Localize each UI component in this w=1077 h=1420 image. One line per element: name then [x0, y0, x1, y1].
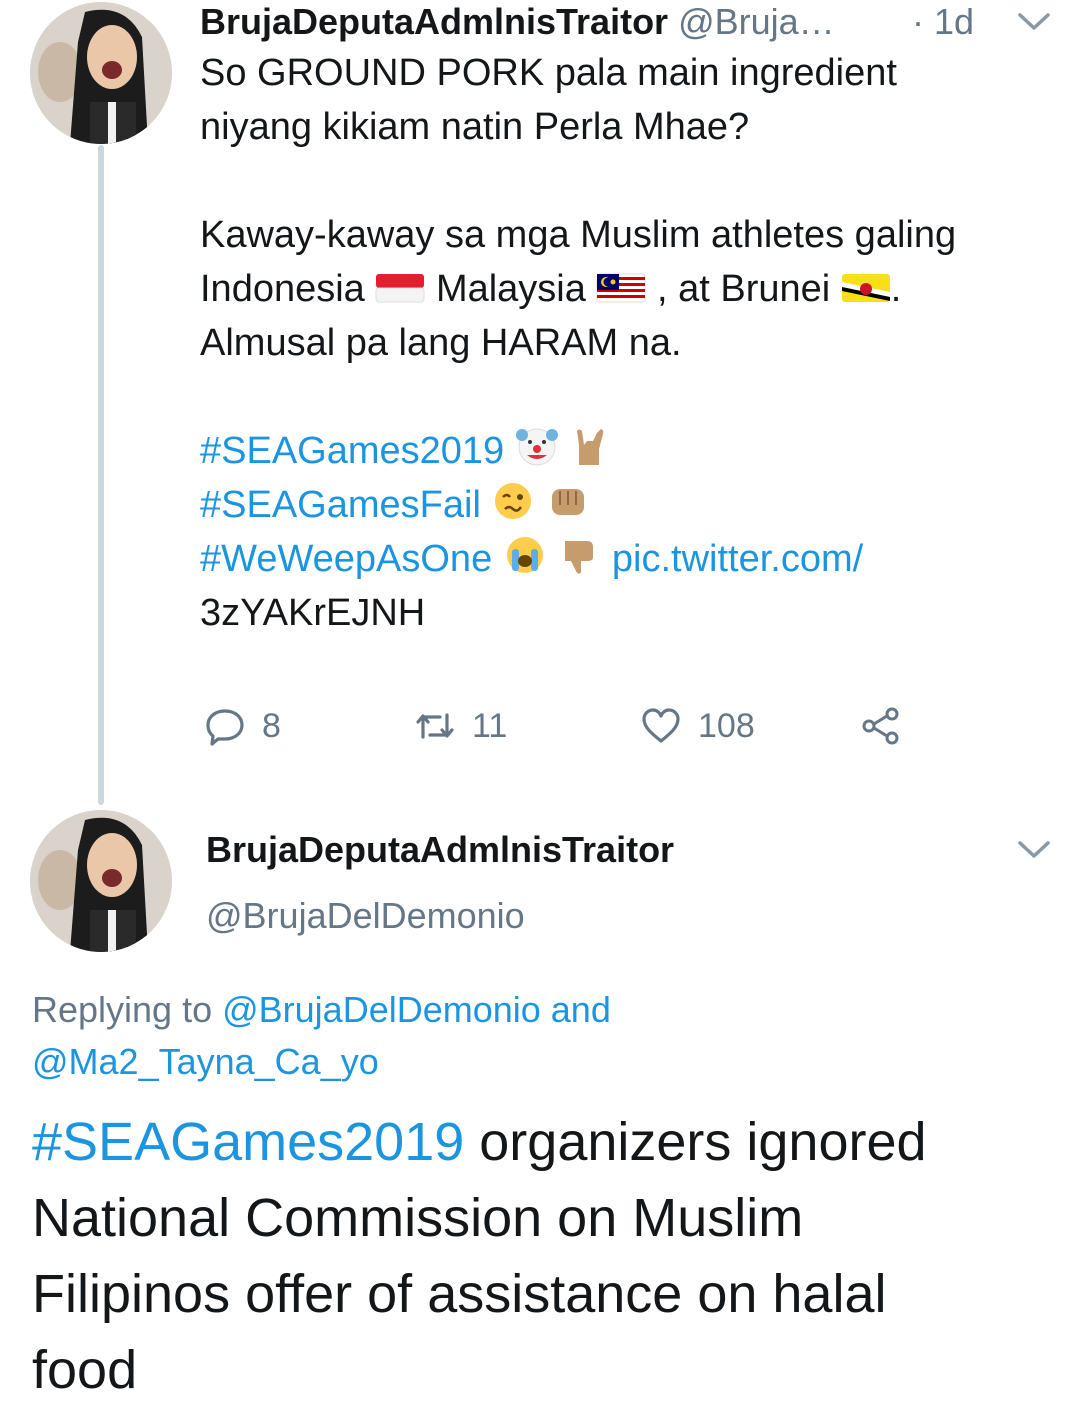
tweet-line: #SEAGames2019 organizers ignored [32, 1112, 927, 1172]
pic-link[interactable]: pic.twitter.com/ [612, 538, 863, 580]
chevron-down-icon[interactable] [1016, 10, 1052, 34]
tweet-line: Almusal pa lang HARAM na. [200, 322, 682, 364]
indonesia-flag-icon [375, 274, 425, 303]
rock-on-hand-icon [577, 429, 604, 465]
share-icon [862, 707, 899, 745]
oncoming-fist-icon [552, 489, 585, 515]
like-button[interactable]: 108 [640, 700, 755, 752]
tweet-line: Kaway-kaway sa mga Muslim athletes galin… [200, 214, 957, 256]
thumbs-down-icon [565, 541, 594, 574]
tweet-line: food [32, 1340, 138, 1400]
avatar[interactable] [30, 2, 172, 144]
malaysia-flag-icon [596, 273, 646, 303]
timestamp[interactable]: · 1d [912, 0, 974, 44]
tweet-line: Indonesia Malaysia , at Brunei . [200, 268, 902, 310]
woozy-face-icon [495, 483, 532, 519]
avatar[interactable] [30, 810, 172, 952]
replying-to: Replying to @BrujaDelDemonio and [32, 989, 611, 1030]
hashtag-link[interactable]: #SEAGames2019 [32, 1112, 464, 1172]
like-icon [642, 708, 680, 743]
reply-count: 8 [262, 706, 281, 745]
tweet-line: Filipinos offer of assistance on halal [32, 1264, 887, 1324]
reply-button[interactable]: 8 [204, 700, 281, 752]
display-name[interactable]: BrujaDeputaAdmlnisTraitor [200, 1, 668, 42]
like-count: 108 [698, 706, 755, 745]
display-name[interactable]: BrujaDeputaAdmlnisTraitor [206, 826, 674, 874]
handle[interactable]: @Bruja… [678, 1, 835, 42]
share-button[interactable] [860, 700, 902, 752]
tweet-header: BrujaDeputaAdmlnisTraitor @Bruja… [200, 0, 835, 44]
clown-face-icon [515, 428, 558, 466]
tweet-line: #SEAGamesFail [200, 478, 590, 532]
tweet-line: #SEAGames2019 [200, 424, 613, 478]
tweet-line: niyang kikiam natin Perla Mhae? [200, 106, 750, 148]
country-name: Malaysia [435, 268, 586, 310]
country-name: Indonesia [200, 268, 365, 310]
mention-link[interactable]: @BrujaDelDemonio and [222, 989, 611, 1030]
brunei-flag-icon [841, 274, 890, 302]
loudly-crying-face-icon [506, 537, 543, 573]
tweet-line: National Commission on Muslim [32, 1188, 804, 1248]
handle[interactable]: @BrujaDelDemonio [206, 892, 525, 940]
chevron-down-icon[interactable] [1016, 838, 1052, 862]
pic-link[interactable]: 3zYAKrEJNH [200, 586, 425, 640]
hashtag-link[interactable]: #WeWeepAsOne [200, 538, 492, 580]
retweet-count: 11 [472, 706, 508, 745]
mention-link[interactable]: @Ma2_Tayna_Ca_yo [32, 1036, 379, 1088]
tweet-line: So GROUND PORK pala main ingredient [200, 52, 897, 94]
hashtag-link[interactable]: #SEAGamesFail [200, 484, 481, 526]
thread-line [98, 145, 104, 805]
retweet-button[interactable]: 11 [414, 700, 507, 752]
retweet-icon [416, 713, 454, 739]
hashtag-link[interactable]: #SEAGames2019 [200, 430, 504, 472]
reply-icon [206, 709, 244, 746]
tweet-line: #WeWeepAsOne pic.twitter.com/ [200, 532, 863, 586]
country-name: , at Brunei [657, 268, 831, 310]
